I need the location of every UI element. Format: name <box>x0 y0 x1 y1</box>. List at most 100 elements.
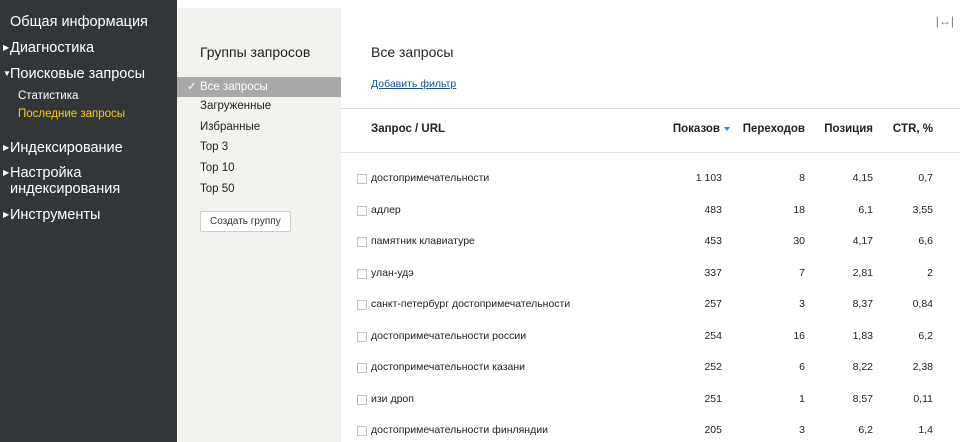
ctr-value: 3,55 <box>912 204 933 216</box>
query-text[interactable]: достопримечательности финляндии <box>371 424 548 436</box>
shows-value: 252 <box>704 361 722 373</box>
group-all-queries[interactable]: ✓ Все запросы <box>177 77 341 97</box>
nav-indexing[interactable]: ▶ Индексирование <box>0 140 123 156</box>
group-top-3[interactable]: Top 3 <box>177 137 341 157</box>
column-header-query[interactable]: Запрос / URL <box>371 123 445 135</box>
shows-value: 205 <box>704 424 722 436</box>
shows-value: 257 <box>704 298 722 310</box>
clicks-value: 7 <box>799 267 805 279</box>
column-header-shows-label: Показов <box>672 123 720 135</box>
position-value: 1,83 <box>852 330 873 342</box>
nav-sub-statistics[interactable]: Статистика <box>18 89 78 103</box>
position-value: 2,81 <box>852 267 873 279</box>
row-checkbox[interactable] <box>357 206 367 216</box>
position-value: 4,15 <box>852 172 873 184</box>
column-header-ctr[interactable]: CTR, % <box>893 123 933 135</box>
divider <box>341 152 960 153</box>
nav-overview[interactable]: Общая информация <box>0 14 148 30</box>
table-row: достопримечательности 1 103 8 4,15 0,7 <box>341 166 960 197</box>
create-group-button[interactable]: Создать группу <box>200 211 291 232</box>
clicks-value: 3 <box>799 424 805 436</box>
position-value: 8,37 <box>852 298 873 310</box>
groups-title: Группы запросов <box>200 44 311 60</box>
main-content: |↔| Все запросы Добавить фильтр Запрос /… <box>341 8 960 442</box>
page-title: Все запросы <box>371 44 454 60</box>
ctr-value: 6,6 <box>918 235 933 247</box>
group-label: Все запросы <box>200 81 268 93</box>
table-row: памятник клавиатуре 453 30 4,17 6,6 <box>341 229 960 260</box>
add-filter-link[interactable]: Добавить фильтр <box>371 78 456 90</box>
group-top-50[interactable]: Top 50 <box>177 179 341 199</box>
expand-width-icon[interactable]: |↔| <box>936 14 954 28</box>
table-row: достопримечательности россии 254 16 1,83… <box>341 324 960 355</box>
column-header-position[interactable]: Позиция <box>824 123 873 135</box>
group-favorites[interactable]: Избранные <box>177 117 341 137</box>
nav-search-queries-label: Поисковые запросы <box>10 66 145 82</box>
table-row: достопримечательности казани 252 6 8,22 … <box>341 355 960 386</box>
column-header-clicks[interactable]: Переходов <box>743 123 805 135</box>
shows-value: 337 <box>704 267 722 279</box>
position-value: 8,22 <box>852 361 873 373</box>
nav-sub-recent-queries[interactable]: Последние запросы <box>18 107 125 121</box>
group-top-10[interactable]: Top 10 <box>177 158 341 178</box>
nav-search-queries[interactable]: ▼ Поисковые запросы <box>0 66 145 82</box>
nav-indexing-settings-label-2: индексирования <box>10 181 121 197</box>
table-row: достопримечательности финляндии 205 3 6,… <box>341 418 960 442</box>
query-text[interactable]: изи дроп <box>371 393 414 405</box>
row-checkbox[interactable] <box>357 332 367 342</box>
row-checkbox[interactable] <box>357 174 367 184</box>
row-checkbox[interactable] <box>357 269 367 279</box>
nav-indexing-settings[interactable]: ▶ Настройка индексирования <box>0 165 120 197</box>
caret-right-icon: ▶ <box>3 143 10 152</box>
nav-diagnostics[interactable]: ▶ Диагностика <box>0 40 94 56</box>
divider <box>341 108 960 109</box>
nav-overview-label: Общая информация <box>10 14 148 30</box>
table-row: адлер 483 18 6,1 3,55 <box>341 198 960 229</box>
caret-right-icon: ▶ <box>3 43 10 52</box>
shows-value: 1 103 <box>695 172 722 184</box>
query-text[interactable]: санкт-петербург достопримечательности <box>371 298 570 310</box>
ctr-value: 6,2 <box>918 330 933 342</box>
nav-tools[interactable]: ▶ Инструменты <box>0 207 100 223</box>
nav-indexing-settings-label: Настройка <box>10 165 82 181</box>
nav-diagnostics-label: Диагностика <box>10 40 95 56</box>
row-checkbox[interactable] <box>357 237 367 247</box>
position-value: 8,57 <box>852 393 873 405</box>
nav-indexing-label: Индексирование <box>10 140 123 156</box>
query-text[interactable]: памятник клавиатуре <box>371 235 475 247</box>
shows-value: 453 <box>704 235 722 247</box>
query-text[interactable]: адлер <box>371 204 401 216</box>
clicks-value: 18 <box>793 204 805 216</box>
query-groups-panel: Группы запросов ✓ Все запросы Загруженные… <box>177 8 341 442</box>
nav-tools-label: Инструменты <box>10 207 101 223</box>
clicks-value: 30 <box>793 235 805 247</box>
row-checkbox[interactable] <box>357 363 367 373</box>
group-uploaded[interactable]: Загруженные <box>177 96 341 116</box>
query-text[interactable]: достопримечательности казани <box>371 361 525 373</box>
table-row: санкт-петербург достопримечательности 25… <box>341 292 960 323</box>
check-icon: ✓ <box>187 81 197 93</box>
caret-right-icon: ▶ <box>3 210 10 219</box>
caret-down-icon: ▼ <box>3 69 11 78</box>
shows-value: 483 <box>704 204 722 216</box>
clicks-value: 3 <box>799 298 805 310</box>
query-text[interactable]: достопримечательности <box>371 172 489 184</box>
clicks-value: 1 <box>799 393 805 405</box>
row-checkbox[interactable] <box>357 300 367 310</box>
main-sidebar: Общая информация ▶ Диагностика ▼ Поисков… <box>0 0 177 442</box>
sort-desc-icon <box>724 126 730 131</box>
ctr-value: 0,7 <box>918 172 933 184</box>
clicks-value: 6 <box>799 361 805 373</box>
column-header-shows[interactable]: Показов <box>673 123 730 135</box>
shows-value: 254 <box>704 330 722 342</box>
query-text[interactable]: достопримечательности россии <box>371 330 526 342</box>
position-value: 6,1 <box>858 204 873 216</box>
row-checkbox[interactable] <box>357 395 367 405</box>
row-checkbox[interactable] <box>357 426 367 436</box>
table-row: изи дроп 251 1 8,57 0,11 <box>341 387 960 418</box>
clicks-value: 16 <box>793 330 805 342</box>
ctr-value: 0,84 <box>912 298 933 310</box>
query-text[interactable]: улан-удэ <box>371 267 414 279</box>
shows-value: 251 <box>704 393 722 405</box>
position-value: 6,2 <box>858 424 873 436</box>
